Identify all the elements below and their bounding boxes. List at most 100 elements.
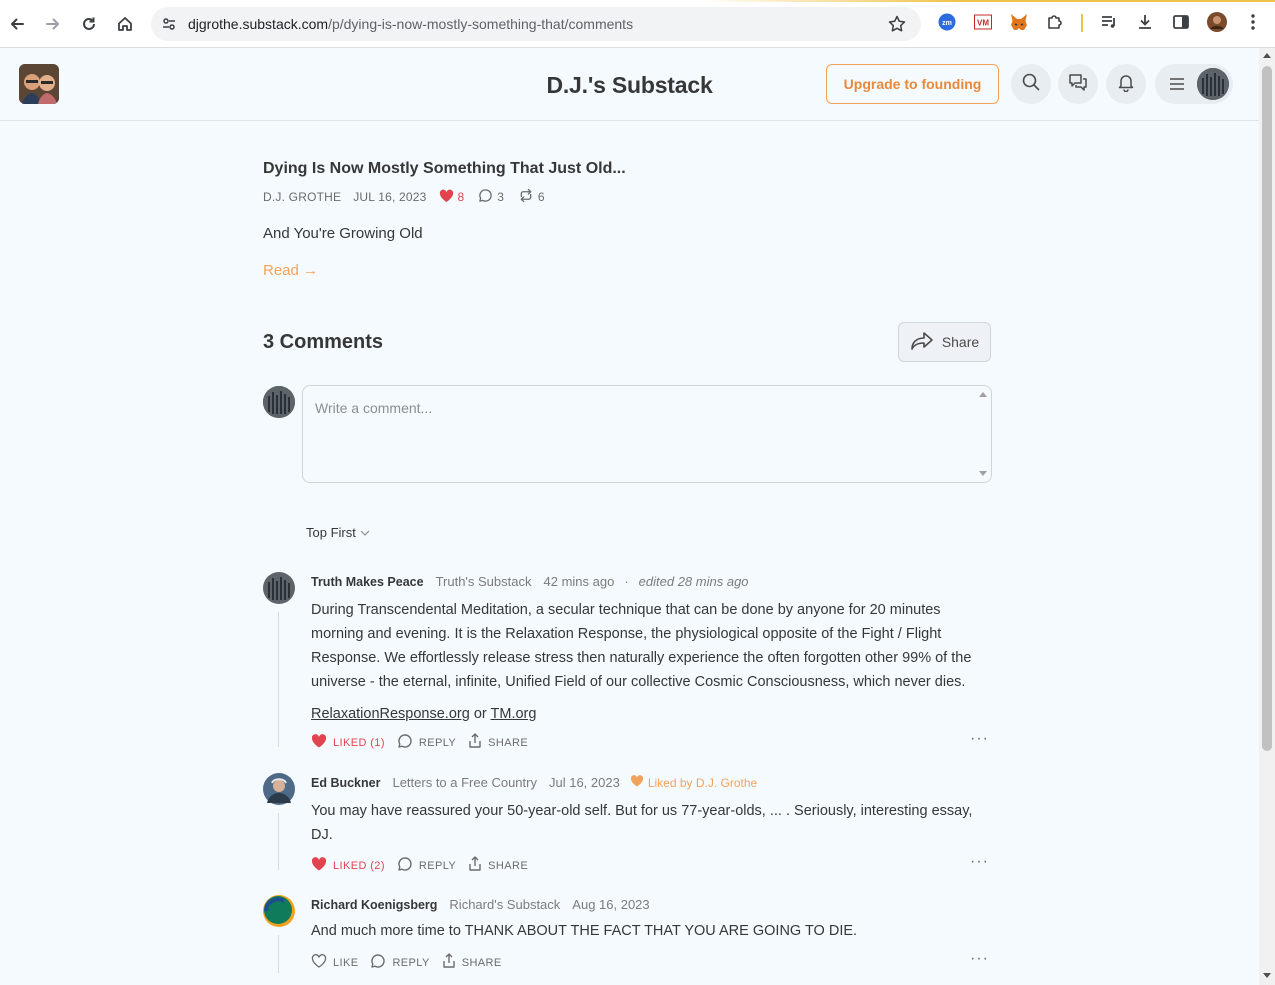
comment-icon [478,188,497,206]
home-icon[interactable] [111,10,139,38]
comments-heading: 3 Comments [263,331,384,353]
comment-author[interactable]: Ed Buckner [311,776,380,790]
comment-header: Truth Makes Peace Truth's Substack 42 mi… [311,574,749,589]
comment-input-placeholder: Write a comment... [315,400,433,416]
thread-line[interactable] [278,935,279,973]
profile-icon[interactable] [1207,12,1227,32]
comment-author[interactable]: Truth Makes Peace [311,575,424,589]
chat-button[interactable] [1058,64,1098,104]
reply-label: REPLY [392,956,430,969]
liked-by-author-badge: Liked by D.J. Grothe [630,775,757,790]
post-restack-count[interactable]: 6 [518,188,545,206]
comment-time[interactable]: Jul 16, 2023 [549,775,620,790]
bell-icon [1116,72,1136,97]
reply-button[interactable]: REPLY [397,733,456,752]
user-menu-button[interactable] [1155,64,1233,104]
post-author[interactable]: D.J. GROTHE [263,190,341,204]
svg-text:VM: VM [977,19,989,28]
post-restack-count-value: 6 [537,190,545,204]
restack-icon [518,188,538,206]
reply-button[interactable]: REPLY [397,856,456,875]
comment-body: You may have reassured your 50-year-old … [311,799,993,847]
post-subtitle: And You're Growing Old [263,225,423,242]
comment-author[interactable]: Richard Koenigsberg [311,898,437,912]
liked-by-label: Liked by D.J. Grothe [647,775,758,790]
like-button[interactable]: LIKED (2) [311,857,385,874]
post-comment-count[interactable]: 3 [478,188,504,206]
reply-icon [397,733,419,752]
back-icon[interactable] [3,10,31,38]
media-icon[interactable] [1099,12,1119,32]
like-label: LIKED (2) [333,859,385,872]
site-settings-icon[interactable] [161,16,177,37]
share-arrow-icon [910,331,942,354]
avatar[interactable] [263,773,295,805]
vm-extension-icon[interactable]: VM [973,12,993,32]
comment-input[interactable]: Write a comment... [302,385,992,483]
site-header: D.J.'s Substack Upgrade to founding [0,48,1259,121]
scroll-thumb[interactable] [1262,66,1272,751]
notifications-button[interactable] [1106,64,1146,104]
chat-icon [1068,72,1088,97]
reply-label: REPLY [418,859,457,872]
share-label: SHARE [488,736,529,749]
sort-label: Top First [306,525,356,540]
like-button[interactable]: LIKED (1) [311,734,385,751]
read-link[interactable]: Read → [263,262,318,279]
reply-button[interactable]: REPLY [370,953,429,972]
comment: Richard Koenigsberg Richard's Substack A… [263,895,993,975]
comment: Truth Makes Peace Truth's Substack 42 mi… [263,572,993,752]
forward-icon[interactable] [39,10,67,38]
share-label: SHARE [488,859,529,872]
share-icon [468,733,488,752]
more-options-button[interactable]: ··· [970,950,989,968]
avatar[interactable] [263,572,295,604]
share-comment-button[interactable]: SHARE [468,856,528,875]
avatar[interactable] [263,895,295,927]
hamburger-icon [1169,76,1185,97]
share-button[interactable]: Share [898,322,991,362]
search-button[interactable] [1011,64,1051,104]
comment-header: Ed Buckner Letters to a Free Country Jul… [311,775,757,790]
heart-icon [311,857,333,874]
sidepanel-icon[interactable] [1171,12,1191,32]
sort-dropdown[interactable]: Top First [306,525,370,540]
comment-time[interactable]: Aug 16, 2023 [572,897,649,912]
comment-actions: LIKED (1) REPLY SHARE [311,733,540,752]
reload-icon[interactable] [75,10,103,38]
comment-time[interactable]: 42 mins ago [544,574,615,589]
url-text[interactable]: djgrothe.substack.com/p/dying-is-now-mos… [188,16,633,32]
comment-publication[interactable]: Truth's Substack [436,574,532,589]
textarea-scroll-up [979,392,987,397]
search-icon [1021,72,1041,97]
share-comment-button[interactable]: SHARE [468,733,528,752]
comment-publication[interactable]: Letters to a Free Country [392,775,537,790]
download-icon[interactable] [1135,12,1155,32]
page-scrollbar[interactable] [1259,48,1275,985]
svg-text:zm: zm [942,20,952,27]
kebab-menu-icon[interactable] [1243,12,1263,32]
more-options-button[interactable]: ··· [970,730,989,748]
bookmark-star-icon[interactable] [887,14,907,39]
comment-link[interactable]: TM.org [491,706,537,722]
more-options-button[interactable]: ··· [970,853,989,871]
like-button[interactable]: LIKE [311,954,358,971]
post-like-count[interactable]: 8 [439,189,464,206]
chevron-down-icon [356,525,370,540]
comment-link[interactable]: RelaxationResponse.org [311,706,470,722]
like-label: LIKE [333,956,359,969]
extensions-puzzle-icon[interactable] [1045,12,1065,32]
post-title[interactable]: Dying Is Now Mostly Something That Just … [263,160,626,178]
fox-extension-icon[interactable] [1009,12,1029,32]
scroll-down-arrow[interactable] [1263,973,1271,978]
like-label: LIKED (1) [333,736,385,749]
thread-line[interactable] [278,813,279,870]
thread-line[interactable] [278,612,279,747]
reply-icon [370,953,392,972]
share-comment-button[interactable]: SHARE [442,953,502,972]
scroll-up-arrow[interactable] [1263,53,1271,58]
upgrade-button[interactable]: Upgrade to founding [826,64,999,104]
zoom-extension-icon[interactable]: zm [937,12,957,32]
address-bar[interactable]: djgrothe.substack.com/p/dying-is-now-mos… [151,7,921,41]
comment-publication[interactable]: Richard's Substack [449,897,560,912]
